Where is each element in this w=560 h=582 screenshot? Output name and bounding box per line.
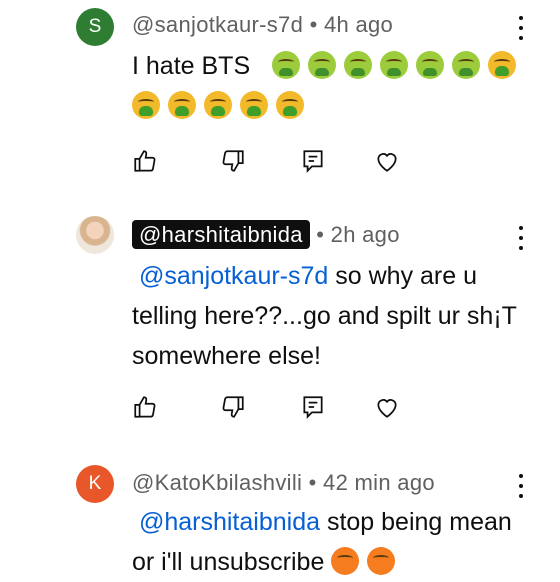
- vomiting-face-icon: [168, 91, 196, 119]
- vomiting-face-icon: [132, 91, 160, 119]
- mention-link[interactable]: @sanjotkaur-s7d: [139, 262, 328, 290]
- reply-icon[interactable]: [300, 394, 326, 420]
- comment-header: @sanjotkaur-s7d • 4h ago: [132, 12, 393, 38]
- avatar[interactable]: [76, 216, 114, 254]
- vomiting-face-icon: [276, 91, 304, 119]
- angry-face-icon: [331, 547, 360, 575]
- nauseated-face-icon: [272, 51, 301, 79]
- author-handle[interactable]: @KatoKbilashvili: [132, 470, 302, 495]
- more-options-icon[interactable]: [515, 226, 527, 250]
- nauseated-face-icon: [452, 51, 481, 79]
- reply-icon[interactable]: [300, 148, 326, 174]
- comment-header: @harshitaibnida • 2h ago: [132, 220, 400, 249]
- author-handle[interactable]: @sanjotkaur-s7d: [132, 12, 303, 37]
- more-options-icon[interactable]: [515, 474, 527, 498]
- vomiting-face-icon: [240, 91, 268, 119]
- comment-text: @harshitaibnida stop being mean or i'll …: [132, 502, 532, 582]
- timestamp: • 42 min ago: [308, 470, 435, 495]
- nauseated-face-icon: [380, 51, 409, 79]
- timestamp: • 2h ago: [316, 222, 400, 247]
- heart-icon[interactable]: [374, 148, 400, 174]
- mention-link[interactable]: @harshitaibnida: [139, 508, 320, 536]
- more-options-icon[interactable]: [515, 16, 527, 40]
- comment-text: @sanjotkaur-s7d so why are u telling her…: [132, 256, 532, 376]
- author-handle[interactable]: @harshitaibnida: [132, 220, 310, 249]
- dislike-icon[interactable]: [220, 148, 246, 174]
- angry-face-icon: [367, 547, 396, 575]
- comment-text: I hate BTS: [132, 46, 532, 126]
- vomiting-face-icon: [488, 51, 517, 79]
- like-icon[interactable]: [132, 148, 158, 174]
- comment-actions: [132, 148, 402, 178]
- avatar[interactable]: S: [76, 8, 114, 46]
- nauseated-face-icon: [308, 51, 337, 79]
- nauseated-face-icon: [416, 51, 445, 79]
- like-icon[interactable]: [132, 394, 158, 420]
- timestamp: • 4h ago: [309, 12, 394, 37]
- comment-header: @KatoKbilashvili • 42 min ago: [132, 470, 435, 496]
- comment-body: I hate BTS: [132, 52, 251, 80]
- nauseated-face-icon: [344, 51, 373, 79]
- heart-icon[interactable]: [374, 394, 400, 420]
- vomiting-face-icon: [204, 91, 232, 119]
- dislike-icon[interactable]: [220, 394, 246, 420]
- comment-actions: [132, 394, 402, 424]
- avatar[interactable]: K: [76, 465, 114, 503]
